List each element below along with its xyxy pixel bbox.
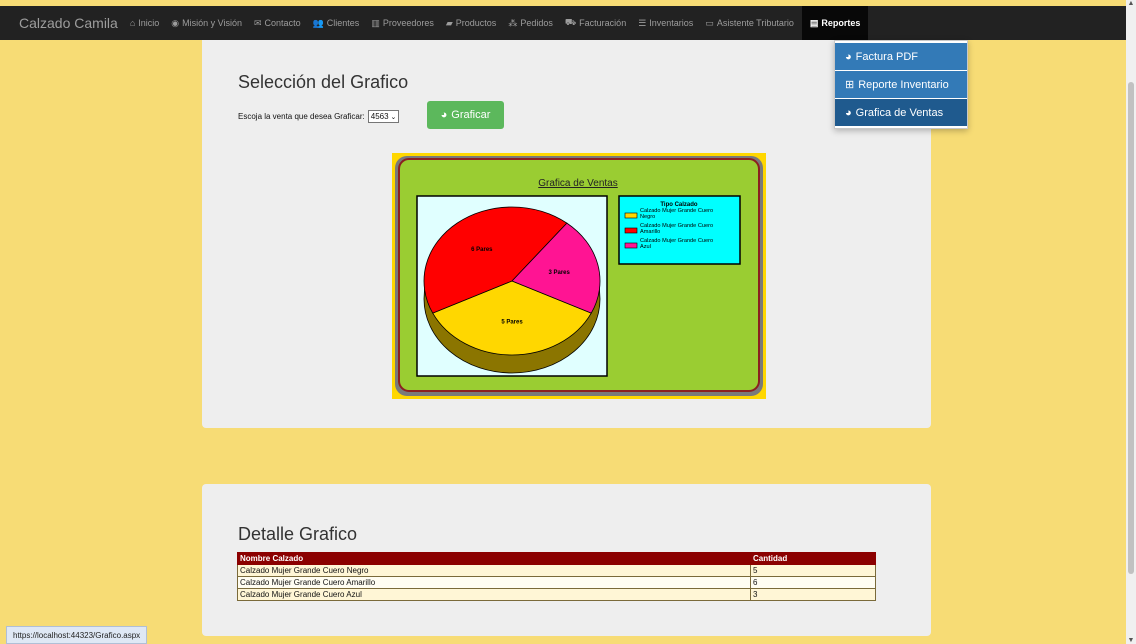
nav-asistente-tributario[interactable]: ▭ Asistente Tributario bbox=[705, 18, 794, 29]
book-icon: ▰ bbox=[445, 17, 453, 28]
graficar-button[interactable]: ◕ Graficar bbox=[427, 101, 504, 129]
cell-cantidad: 6 bbox=[750, 576, 876, 589]
nav-label: Proveedores bbox=[382, 18, 434, 28]
status-url-bar: https://localhost:44323/Grafico.aspx bbox=[6, 626, 148, 644]
pie-chart-icon: ◕ bbox=[845, 106, 852, 119]
pie-data-label: 6 Pares bbox=[471, 247, 493, 253]
nav-pedidos[interactable]: ⁂ Pedidos bbox=[508, 18, 553, 29]
envelope-icon: ✉ bbox=[254, 17, 262, 28]
menu-item-label: Grafica de Ventas bbox=[855, 106, 944, 119]
nav-label: Asistente Tributario bbox=[716, 18, 794, 28]
scroll-up-icon[interactable]: ▲ bbox=[1126, 0, 1136, 7]
detail-table: Nombre Calzado Cantidad Calzado Mujer Gr… bbox=[237, 552, 876, 601]
pie-data-label: 3 Pares bbox=[549, 270, 571, 276]
table-row: Calzado Mujer Grande Cuero Azul 3 bbox=[237, 588, 876, 601]
pie-chart-svg: Grafica de Ventas 5 Pares6 Pares3 Pares … bbox=[392, 153, 766, 399]
top-navbar: Calzado Camila ⌂ Inicio ◉ Misión y Visión … bbox=[0, 6, 1126, 40]
nav-label: Contacto bbox=[264, 18, 301, 28]
table-row: Calzado Mujer Grande Cuero Negro 5 bbox=[237, 564, 876, 577]
nav-label: Facturación bbox=[579, 18, 627, 28]
users-icon: 👥 bbox=[312, 17, 324, 28]
nav-clientes[interactable]: 👥 Clientes bbox=[313, 18, 360, 29]
legend-swatch bbox=[624, 227, 638, 234]
eye-icon: ◉ bbox=[171, 17, 180, 28]
menu-item-factura-pdf[interactable]: ◕ Factura PDF bbox=[835, 43, 967, 70]
menu-item-reporte-inventario[interactable]: ⊞ Reporte Inventario bbox=[835, 71, 967, 98]
home-icon: ⌂ bbox=[129, 18, 136, 28]
sale-select-value: 4563 bbox=[370, 112, 389, 121]
chart-detail-panel: Detalle Grafico Nombre Calzado Cantidad … bbox=[202, 484, 931, 636]
reportes-dropdown: ◕ Factura PDF ⊞ Reporte Inventario ◕ Grafic… bbox=[834, 40, 968, 129]
cell-nombre: Calzado Mujer Grande Cuero Negro bbox=[237, 564, 751, 577]
building-icon: ▥ bbox=[371, 17, 380, 28]
nav-proveedores[interactable]: ▥ Proveedores bbox=[371, 18, 434, 29]
column-header-cantidad: Cantidad bbox=[750, 552, 876, 565]
cart-icon: ⛟ bbox=[564, 17, 577, 27]
report-icon: ▤ bbox=[809, 17, 819, 28]
boxes-icon: ⁂ bbox=[508, 17, 518, 28]
nav-label: Inicio bbox=[138, 18, 160, 28]
nav-reportes[interactable]: ▤ Reportes bbox=[801, 6, 869, 40]
sale-select[interactable]: 4563 ⌄ bbox=[367, 110, 400, 123]
nav-label: Inventarios bbox=[649, 18, 694, 28]
nav-label: Clientes bbox=[326, 18, 360, 28]
legend-swatch bbox=[624, 212, 638, 219]
pie-data-label: 5 Pares bbox=[501, 320, 523, 326]
cell-cantidad: 5 bbox=[750, 564, 876, 577]
sales-pie-chart: Grafica de Ventas 5 Pares 6 Pares 3 Pares … bbox=[392, 153, 766, 399]
table-header-row: Nombre Calzado Cantidad bbox=[237, 552, 876, 565]
chevron-down-icon: ⌄ bbox=[390, 113, 397, 121]
vertical-scrollbar[interactable]: ▲ ▼ bbox=[1126, 0, 1136, 644]
pie-chart-icon: ◕ bbox=[440, 109, 448, 121]
menu-item-label: Reporte Inventario bbox=[858, 78, 949, 91]
nav-label: Reportes bbox=[821, 18, 861, 28]
calendar-icon: ▭ bbox=[705, 17, 714, 28]
column-header-nombre: Nombre Calzado bbox=[237, 552, 751, 565]
cell-cantidad: 3 bbox=[750, 588, 876, 601]
table-icon: ⊞ bbox=[845, 79, 855, 91]
brand-link[interactable]: Calzado Camila bbox=[19, 15, 118, 31]
sale-selector-label: Escoja la venta que desea Graficar: bbox=[238, 112, 365, 121]
graficar-button-label: Graficar bbox=[451, 109, 491, 121]
pie-group: 5 Pares 6 Pares 3 Pares bbox=[423, 206, 601, 374]
scrollbar-thumb[interactable] bbox=[1128, 82, 1134, 574]
nav-inicio[interactable]: ⌂ Inicio bbox=[130, 18, 159, 28]
menu-item-grafica-ventas[interactable]: ◕ Grafica de Ventas bbox=[835, 99, 967, 126]
legend-swatch bbox=[624, 242, 638, 249]
nav-label: Productos bbox=[455, 18, 497, 28]
pie-chart-icon: ◕ bbox=[845, 50, 852, 63]
cell-nombre: Calzado Mujer Grande Cuero Amarillo bbox=[237, 576, 751, 589]
nav-label: Pedidos bbox=[520, 18, 553, 28]
scroll-down-icon[interactable]: ▼ bbox=[1126, 637, 1136, 644]
nav-productos[interactable]: ▰ Productos bbox=[446, 18, 496, 29]
nav-contacto[interactable]: ✉ Contacto bbox=[254, 18, 301, 29]
menu-item-label: Factura PDF bbox=[855, 50, 919, 63]
list-icon: ☰ bbox=[638, 17, 647, 28]
nav-label: Misión y Visión bbox=[182, 18, 242, 28]
sale-selector-row: Escoja la venta que desea Graficar: 4563… bbox=[238, 110, 400, 123]
table-row: Calzado Mujer Grande Cuero Amarillo 6 bbox=[237, 576, 876, 589]
cell-nombre: Calzado Mujer Grande Cuero Azul bbox=[237, 588, 751, 601]
chart-title: Grafica de Ventas bbox=[538, 178, 618, 189]
nav-inventarios[interactable]: ☰ Inventarios bbox=[638, 18, 693, 29]
nav-facturacion[interactable]: ⛟ Facturación bbox=[565, 17, 626, 29]
nav-mision-vision[interactable]: ◉ Misión y Visión bbox=[171, 18, 242, 29]
page-title: Selección del Grafico bbox=[238, 72, 409, 92]
detail-title: Detalle Grafico bbox=[238, 524, 358, 544]
